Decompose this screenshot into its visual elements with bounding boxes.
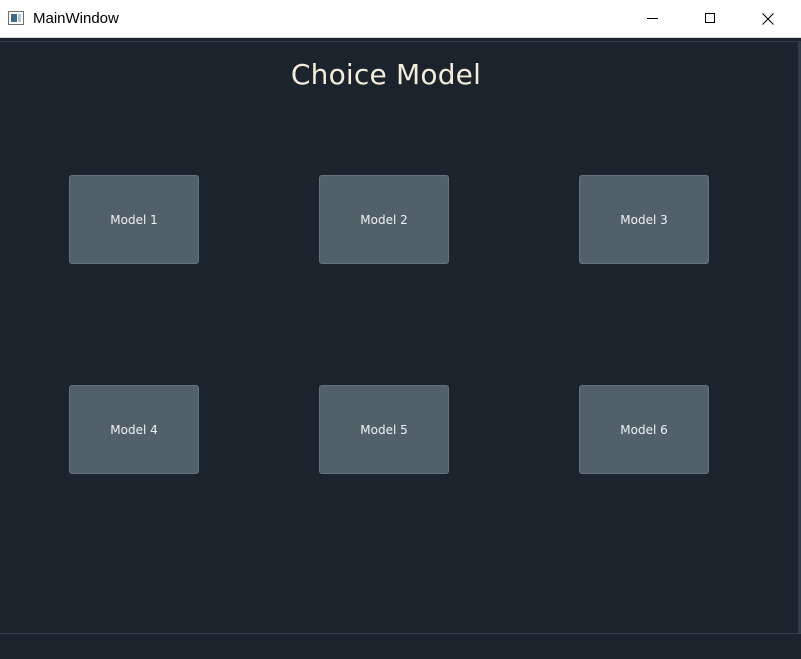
minimize-icon — [647, 18, 658, 19]
page-title: Choice Model — [290, 58, 482, 91]
model-6-button[interactable]: Model 6 — [579, 385, 709, 474]
toolbar-divider — [0, 41, 801, 42]
maximize-icon — [705, 13, 715, 23]
model-4-button[interactable]: Model 4 — [69, 385, 199, 474]
model-1-button[interactable]: Model 1 — [69, 175, 199, 264]
close-button[interactable] — [745, 0, 791, 38]
window-title: MainWindow — [33, 10, 119, 27]
model-5-button[interactable]: Model 5 — [319, 385, 449, 474]
maximize-button[interactable] — [687, 0, 733, 38]
app-window-icon — [8, 11, 24, 25]
minimize-button[interactable] — [629, 0, 675, 38]
close-icon — [762, 13, 774, 25]
window-titlebar: MainWindow — [0, 0, 801, 38]
model-2-button[interactable]: Model 2 — [319, 175, 449, 264]
model-3-button[interactable]: Model 3 — [579, 175, 709, 264]
status-bar — [0, 633, 801, 659]
